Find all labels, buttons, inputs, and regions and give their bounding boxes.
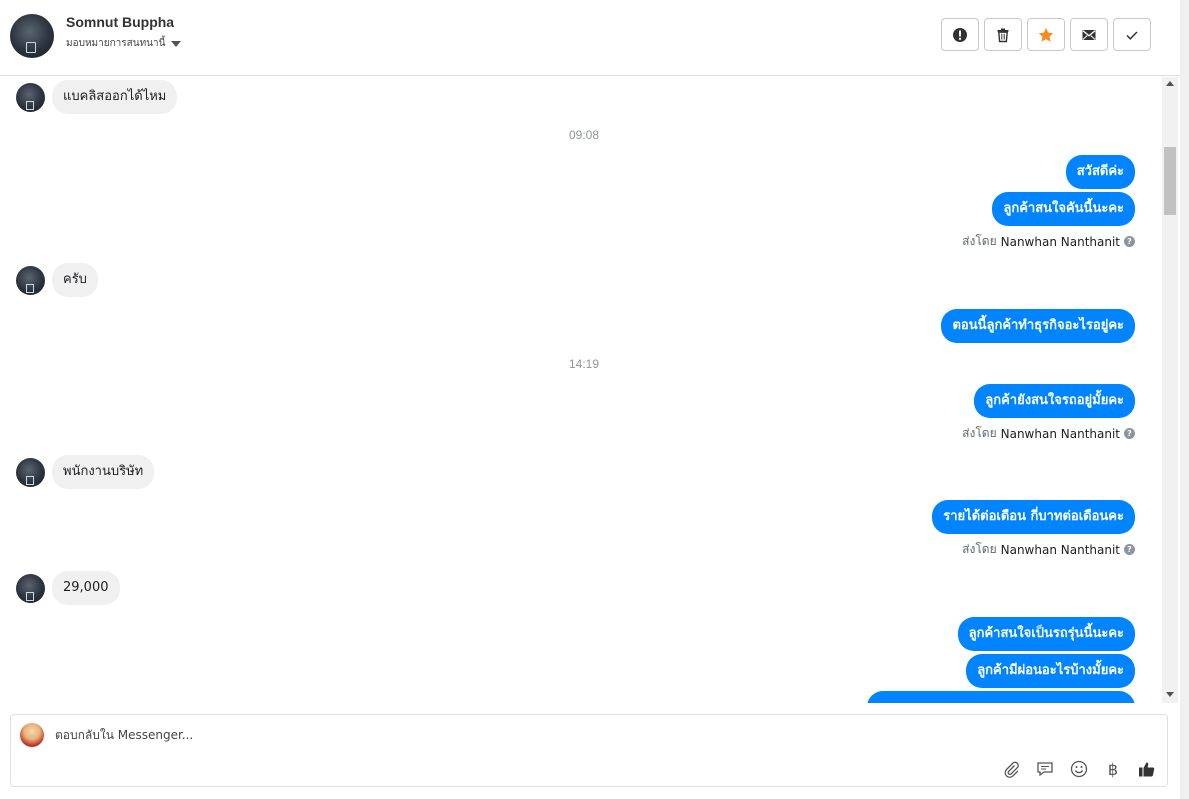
outgoing-message-bubble[interactable]: ลูกค้ามีผ่อนอะไรบ้างมั้ยคะ (966, 654, 1135, 688)
incoming-message-bubble[interactable]: ครับ (52, 263, 98, 297)
caret-down-icon (171, 40, 182, 47)
saved-reply-icon (1037, 762, 1053, 777)
sender-avatar (16, 82, 45, 112)
window-edge (1180, 0, 1189, 799)
header-actions (941, 18, 1151, 51)
conversation-header: Somnut Buppha มอบหมายการสนทนานี้ (0, 0, 1189, 76)
sent-by-prefix: ส่งโดย (962, 234, 997, 248)
composer-tools: ฿ (1001, 759, 1157, 779)
outgoing-message-bubble[interactable]: ลูกค้าสนใจคันนี้นะคะ (992, 192, 1135, 226)
assign-label: มอบหมายการสนทนานี้ (66, 38, 166, 49)
star-button[interactable] (1027, 18, 1065, 51)
message-thread-scrollbar[interactable] (1162, 77, 1178, 703)
sent-by-name: Nanwhan Nanthanit (1000, 426, 1120, 441)
message-row-incoming: แบคลิสออกได้ไหม (16, 80, 178, 114)
message-thread: แบคลิสออกได้ไหม 09:08 สวัสดีค่ะ ลูกค้าสน… (0, 77, 1162, 703)
timestamp: 09:08 (568, 128, 600, 142)
help-icon[interactable]: ? (1124, 236, 1135, 247)
outgoing-message-bubble-partial[interactable] (867, 691, 1135, 703)
check-icon (1126, 30, 1138, 40)
saved-reply-button[interactable] (1035, 759, 1055, 779)
mark-done-button[interactable] (1113, 18, 1151, 51)
scroll-thumb[interactable] (1164, 147, 1176, 215)
incoming-message-bubble[interactable]: พนักงานบริษัท (52, 455, 155, 489)
contact-avatar[interactable] (10, 14, 54, 58)
message-row-incoming: ครับ (16, 263, 98, 297)
scroll-down-arrow-icon[interactable] (1166, 692, 1174, 697)
outgoing-message-bubble[interactable]: ตอนนี้ลูกค้าทำธุรกิจอะไรอยู่คะ (941, 309, 1135, 343)
mark-unread-button[interactable] (1070, 18, 1108, 51)
thumbs-up-icon (1139, 762, 1155, 777)
envelope-icon (1082, 29, 1096, 40)
trash-icon (997, 28, 1009, 42)
assign-conversation-dropdown[interactable]: มอบหมายการสนทนานี้ (66, 36, 182, 51)
attach-button[interactable] (1001, 759, 1021, 779)
help-icon[interactable]: ? (1124, 544, 1135, 555)
mark-spam-button[interactable] (941, 18, 979, 51)
baht-icon: ฿ (1107, 759, 1119, 779)
page-avatar (20, 723, 44, 747)
like-button[interactable] (1137, 759, 1157, 779)
message-row-incoming: 29,000 (16, 571, 120, 605)
exclamation-circle-icon (953, 27, 967, 42)
incoming-message-bubble[interactable]: แบคลิสออกได้ไหม (52, 80, 178, 114)
incoming-message-bubble[interactable]: 29,000 (52, 571, 120, 605)
payment-button[interactable]: ฿ (1103, 759, 1123, 779)
sender-avatar (16, 457, 45, 487)
outgoing-message-bubble[interactable]: สวัสดีค่ะ (1065, 155, 1135, 189)
reply-composer: ฿ (10, 714, 1168, 787)
sent-by-label: ส่งโดย Nanwhan Nanthanit ? (962, 424, 1135, 443)
sent-by-name: Nanwhan Nanthanit (1000, 234, 1120, 249)
star-icon (1038, 27, 1054, 42)
emoji-button[interactable] (1069, 759, 1089, 779)
timestamp: 14:19 (568, 357, 600, 371)
sender-avatar (16, 573, 45, 603)
sent-by-name: Nanwhan Nanthanit (1000, 542, 1120, 557)
sent-by-label: ส่งโดย Nanwhan Nanthanit ? (962, 540, 1135, 559)
message-row-incoming: พนักงานบริษัท (16, 455, 155, 489)
help-icon[interactable]: ? (1124, 428, 1135, 439)
emoji-icon (1070, 760, 1088, 778)
messenger-inbox-conversation: Somnut Buppha มอบหมายการสนทนานี้ แบคลิสอ… (0, 0, 1189, 799)
scroll-up-arrow-icon[interactable] (1166, 81, 1174, 86)
sender-avatar (16, 265, 45, 295)
sent-by-prefix: ส่งโดย (962, 426, 997, 440)
reply-input[interactable] (55, 728, 955, 742)
outgoing-message-bubble[interactable]: รายได้ต่อเดือน กี่บาทต่อเดือนคะ (932, 500, 1135, 534)
outgoing-message-bubble[interactable]: ลูกค้ายังสนใจรถอยู่มั้ยคะ (974, 384, 1135, 418)
sent-by-prefix: ส่งโดย (962, 542, 997, 556)
paperclip-icon (1004, 761, 1019, 778)
sent-by-label: ส่งโดย Nanwhan Nanthanit ? (962, 232, 1135, 251)
delete-button[interactable] (984, 18, 1022, 51)
contact-name[interactable]: Somnut Buppha (66, 14, 174, 30)
outgoing-message-bubble[interactable]: ลูกค้าสนใจเป็นรถรุ่นนี้นะคะ (957, 617, 1135, 651)
